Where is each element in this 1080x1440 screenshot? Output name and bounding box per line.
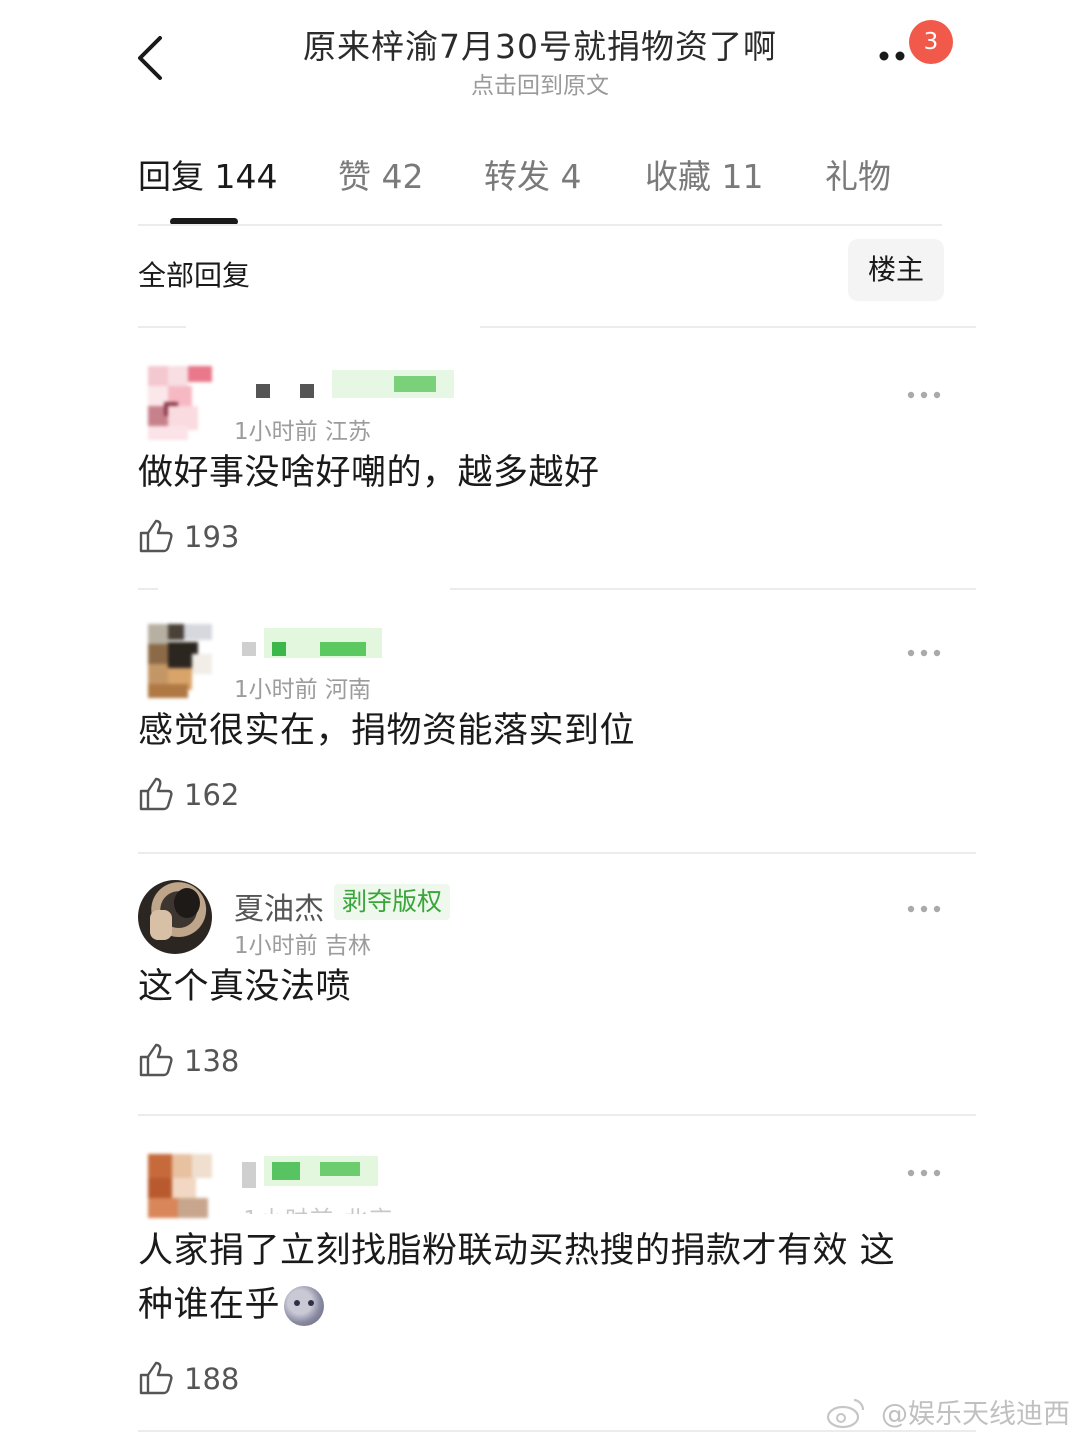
comment-meta: 1小时前 河南 [234,677,371,703]
all-replies-label[interactable]: 全部回复 [138,254,250,294]
back-to-original-link[interactable]: 点击回到原文 [0,66,1080,100]
comment-item: ·1小时前 北京 人家捐了立刻找脂粉联动买热搜的捐款才有效 这 种谁在乎 188 [138,1144,978,1404]
new-moon-face-emoji-icon [284,1286,325,1326]
notification-badge: 3 [909,20,953,64]
weibo-logo-icon [826,1398,865,1429]
username[interactable]: 夏油杰 [234,884,324,928]
comment-divider [450,588,976,590]
comment-text: 感觉很实在，捐物资能落实到位 [138,711,636,751]
comment-text-line: 人家捐了立刻找脂粉联动买热搜的捐款才有效 这 [138,1231,896,1271]
more-options-icon[interactable] [906,904,942,914]
comment-meta: 1小时前 吉林 [234,933,371,959]
thumbs-up-icon [139,1361,173,1395]
comment-divider [138,852,976,854]
more-options-icon[interactable] [906,648,942,658]
more-options-icon[interactable] [906,1168,942,1178]
more-options-icon[interactable] [906,390,942,400]
user-tag: 剥夺版权 [334,884,451,920]
like-count: 188 [184,1362,240,1396]
comment-divider [138,1430,976,1432]
username-obscured[interactable] [234,628,464,664]
avatar[interactable] [138,624,212,698]
thumbs-up-icon [139,519,173,553]
tab-gifts[interactable]: 礼物 [825,150,891,198]
tab-favorites[interactable]: 收藏 11 [645,150,763,198]
op-only-button[interactable]: 楼主 [848,239,944,301]
tab-likes[interactable]: 赞 42 [338,150,423,198]
thumbs-up-icon [139,777,173,811]
comment-item: 1小时前 河南 感觉很实在，捐物资能落实到位 162 [138,624,978,824]
comment-text-line: 种谁在乎 [138,1285,281,1325]
comment-text: 做好事没啥好嘲的，越多越好 [138,453,600,493]
comment-item: 1小时前 江苏 做好事没啥好嘲的，越多越好 193 [138,366,978,566]
avatar[interactable] [138,366,212,440]
comment-meta: ·1小时前 北京 [234,1200,394,1214]
comment-text: 人家捐了立刻找脂粉联动买热搜的捐款才有效 这 种谁在乎 [138,1224,928,1332]
like-count: 138 [184,1044,240,1078]
tabs-divider [138,224,942,226]
tab-replies[interactable]: 回复 144 [138,150,277,198]
filter-divider-right [480,326,976,328]
watermark-text: @娱乐天线迪西 [881,1399,1070,1430]
tab-reposts[interactable]: 转发 4 [484,150,582,198]
thumbs-up-icon [139,1043,173,1077]
comment-item: 夏油杰 剥夺版权 1小时前 吉林 这个真没法喷 138 [138,880,978,1090]
comment-meta: 1小时前 江苏 [234,419,371,445]
username-obscured[interactable] [234,370,464,406]
filter-divider-left [138,326,186,328]
more-dots-icon[interactable] [878,44,912,68]
comment-divider [138,1114,976,1116]
like-count: 162 [184,778,240,812]
like-count: 193 [184,520,240,554]
avatar[interactable] [138,1144,212,1218]
username-obscured[interactable] [234,1148,464,1188]
comment-text: 这个真没法喷 [138,967,352,1007]
avatar[interactable] [138,880,212,954]
comment-divider [138,588,158,590]
